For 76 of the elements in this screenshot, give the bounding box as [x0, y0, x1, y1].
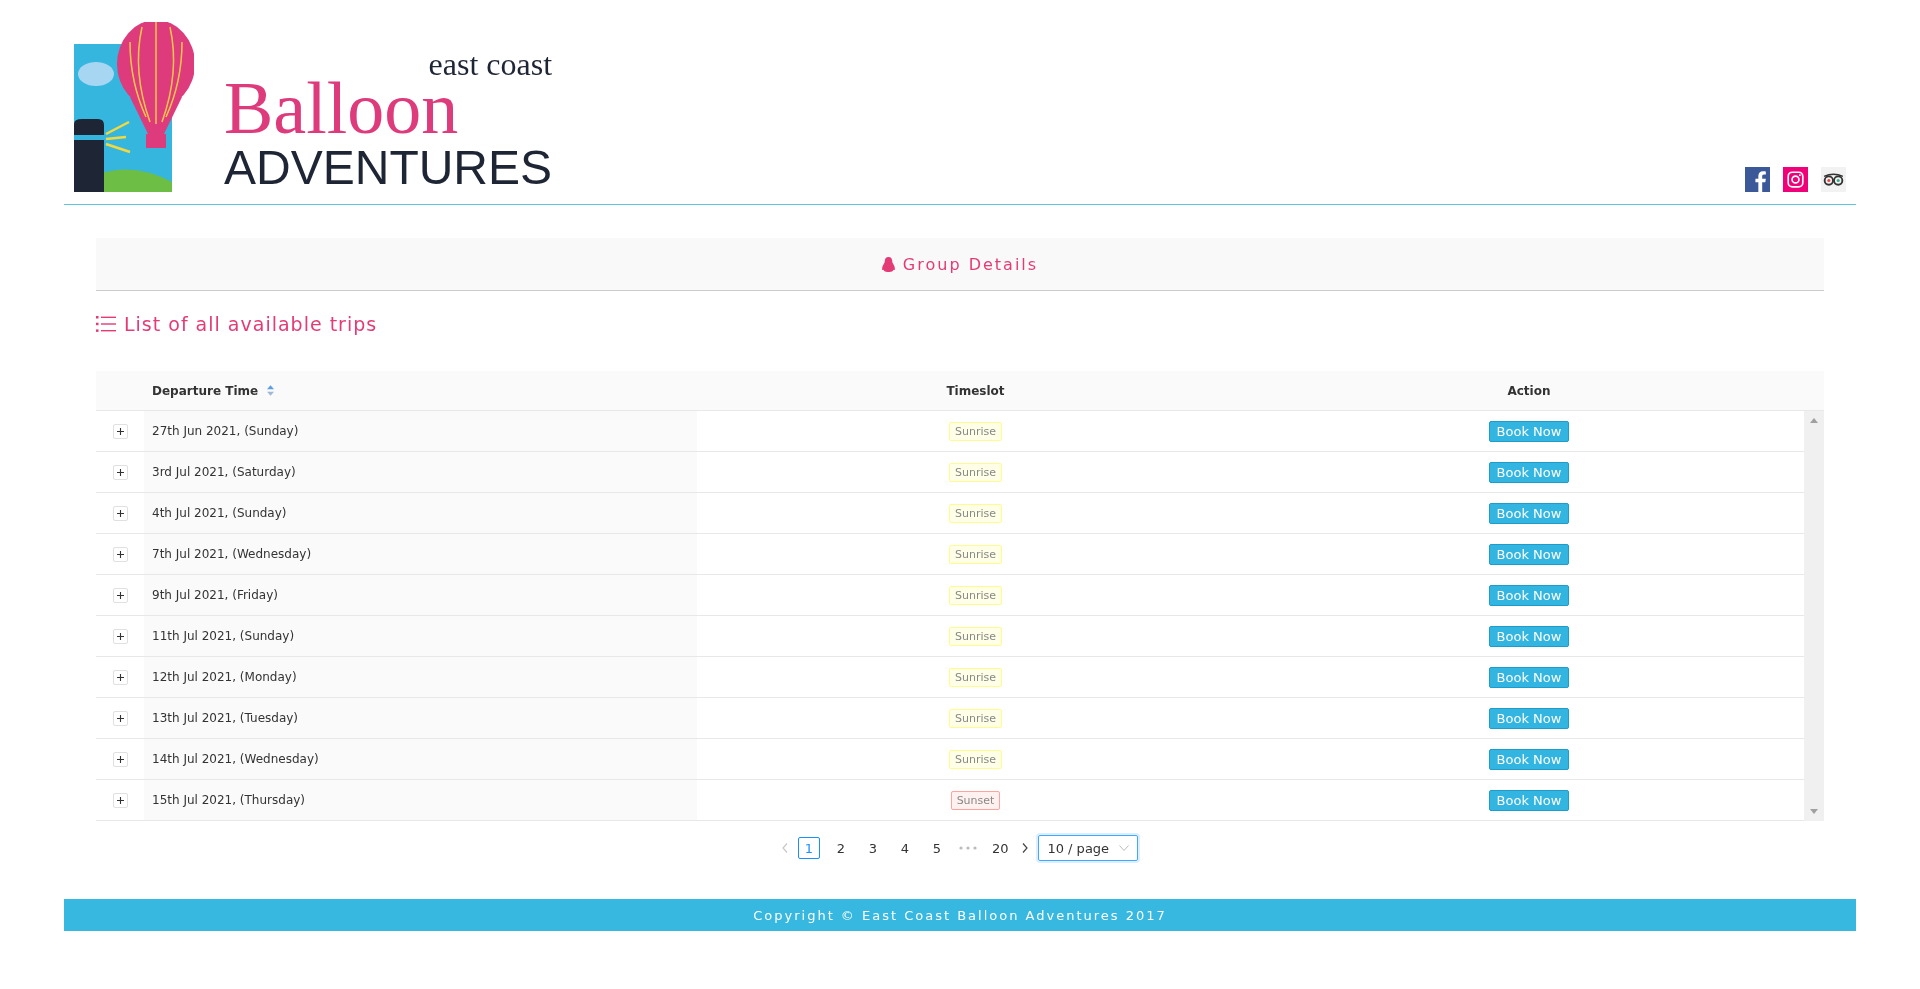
next-page-icon[interactable]: [1022, 843, 1029, 853]
instagram-icon[interactable]: [1783, 167, 1808, 192]
expand-button[interactable]: [112, 751, 128, 767]
expand-button[interactable]: [112, 464, 128, 480]
column-header: Timeslot: [946, 383, 1005, 398]
book-now-button[interactable]: Book Now: [1488, 461, 1570, 483]
user-icon: [881, 256, 895, 272]
expand-button[interactable]: [112, 587, 128, 603]
group-details-bar[interactable]: Group Details: [96, 238, 1824, 291]
timeslot-tag: Sunrise: [949, 544, 1002, 564]
departure-cell: 15th Jul 2021, (Thursday): [152, 793, 306, 807]
facebook-icon[interactable]: [1745, 167, 1770, 192]
list-title: List of all available trips: [124, 313, 378, 335]
group-details-label: Group Details: [902, 254, 1039, 274]
page-button[interactable]: 20: [987, 837, 1013, 859]
page-button[interactable]: 4: [893, 837, 916, 859]
expand-button[interactable]: [112, 628, 128, 644]
balloon-scene-icon: [74, 22, 194, 192]
expand-button[interactable]: [112, 710, 128, 726]
departure-cell: 14th Jul 2021, (Wednesday): [152, 752, 319, 766]
expand-button[interactable]: [112, 792, 128, 808]
plus-icon: [115, 754, 125, 764]
departure-cell: 7th Jul 2021, (Wednesday): [152, 547, 312, 561]
departure-cell: 9th Jul 2021, (Friday): [152, 588, 278, 602]
chevron-down-icon: [1119, 845, 1130, 851]
book-now-button[interactable]: Book Now: [1488, 707, 1570, 729]
book-now-button[interactable]: Book Now: [1488, 502, 1570, 524]
timeslot-tag: Sunrise: [949, 585, 1002, 605]
departure-cell: 11th Jul 2021, (Sunday): [152, 629, 295, 643]
departure-cell: 13th Jul 2021, (Tuesday): [152, 711, 299, 725]
departure-cell: 3rd Jul 2021, (Saturday): [152, 465, 296, 479]
owl-icon[interactable]: [1821, 167, 1846, 192]
expand-button[interactable]: [112, 669, 128, 685]
plus-icon: [115, 795, 125, 805]
timeslot-tag: Sunrise: [949, 462, 1002, 482]
sort-icon[interactable]: [267, 385, 275, 396]
expand-button[interactable]: [112, 546, 128, 562]
departure-cell: 4th Jul 2021, (Sunday): [152, 506, 287, 520]
plus-icon: [115, 508, 125, 518]
copyright-text: Copyright © East Coast Balloon Adventures 2017: [753, 907, 1167, 923]
plus-icon: [115, 426, 125, 436]
departure-cell: 12th Jul 2021, (Monday): [152, 670, 297, 684]
plus-icon: [115, 631, 125, 641]
plus-icon: [115, 549, 125, 559]
page-button[interactable]: 1: [797, 837, 820, 859]
timeslot-tag: Sunrise: [949, 708, 1002, 728]
timeslot-tag: Sunset: [950, 790, 1001, 810]
book-now-button[interactable]: Book Now: [1488, 625, 1570, 647]
logo-subtitle: ADVENTURES: [224, 144, 553, 192]
book-now-button[interactable]: Book Now: [1488, 584, 1570, 606]
book-now-button[interactable]: Book Now: [1488, 789, 1570, 811]
book-now-button[interactable]: Book Now: [1488, 543, 1570, 565]
page-button[interactable]: 5: [925, 837, 948, 859]
list-icon: [96, 315, 116, 333]
plus-icon: [115, 467, 125, 477]
column-header: Action: [1507, 383, 1551, 398]
plus-icon: [115, 672, 125, 682]
book-now-button[interactable]: Book Now: [1488, 748, 1570, 770]
timeslot-tag: Sunrise: [949, 667, 1002, 687]
plus-icon: [115, 713, 125, 723]
page-size-select[interactable]: 10 / page: [1038, 835, 1139, 861]
page-button[interactable]: 3: [861, 837, 884, 859]
expand-button[interactable]: [112, 505, 128, 521]
book-now-button[interactable]: Book Now: [1488, 666, 1570, 688]
timeslot-tag: Sunrise: [949, 626, 1002, 646]
timeslot-tag: Sunrise: [949, 503, 1002, 523]
logo-tagline: east coast: [428, 48, 553, 81]
timeslot-tag: Sunrise: [949, 749, 1002, 769]
page-button[interactable]: 2: [829, 837, 852, 859]
column-header[interactable]: Departure Time: [152, 383, 259, 398]
book-now-button[interactable]: Book Now: [1488, 420, 1570, 442]
logo-wordmark: Balloon: [224, 80, 459, 138]
departure-cell: 27th Jun 2021, (Sunday): [152, 424, 299, 438]
plus-icon: [115, 590, 125, 600]
expand-button[interactable]: [112, 423, 128, 439]
timeslot-tag: Sunrise: [949, 421, 1002, 441]
